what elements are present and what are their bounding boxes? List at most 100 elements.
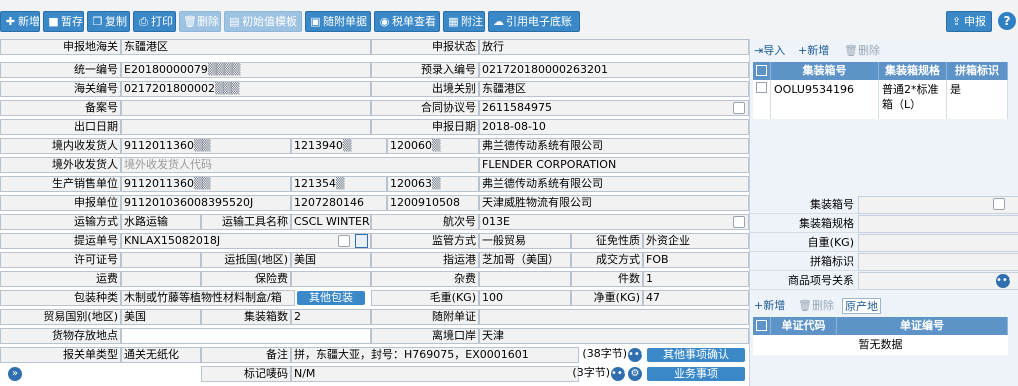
print-button[interactable]: ⎙ 打印: [133, 11, 176, 32]
container-add-button[interactable]: +新增: [798, 43, 829, 59]
license-field[interactable]: [121, 252, 201, 268]
trade-country-field[interactable]: 美国: [121, 309, 201, 325]
voyage-field[interactable]: 013E: [479, 214, 749, 230]
container-no-checkbox[interactable]: [993, 198, 1005, 210]
expand-icon[interactable]: »: [8, 367, 22, 381]
form-type-field[interactable]: 通关无纸化: [121, 347, 201, 363]
producer-code-field[interactable]: 9112011360▒▒: [121, 176, 291, 192]
domestic-consignor-code-field[interactable]: 9112011360▒▒: [121, 138, 291, 154]
tax-nature-field[interactable]: 外资企业: [643, 233, 749, 249]
copy-button[interactable]: ❐ 复制: [87, 11, 130, 32]
tare-weight-label: 自重(KG): [750, 234, 858, 252]
doc-delete-button[interactable]: 🗑删除: [798, 298, 834, 314]
declare-button[interactable]: ⇪ 申报: [946, 11, 992, 32]
domestic-consignor-code3-field[interactable]: 120060▒: [387, 138, 479, 154]
misc-fee-field[interactable]: [479, 271, 571, 287]
select-all-checkbox[interactable]: [753, 62, 771, 80]
remark-field[interactable]: 拼，东疆大亚，封号：H769075，EX0001601: [291, 347, 579, 363]
customs-field[interactable]: 东疆港区: [121, 39, 371, 55]
initial-template-button[interactable]: ▤ 初始值模板: [224, 11, 302, 32]
save-draft-button[interactable]: ■ 暂存: [43, 11, 84, 32]
document-icon[interactable]: [355, 234, 368, 248]
domestic-consignor-name-field[interactable]: 弗兰德传动系统有限公司: [479, 138, 749, 154]
more-icon[interactable]: •••: [611, 367, 629, 381]
foreign-consignor-code-field[interactable]: 境外收发货人代码: [121, 157, 479, 173]
note-button[interactable]: ▦ 附注: [443, 11, 485, 32]
unified-no-field[interactable]: E20180000079▒▒▒▒: [121, 62, 371, 78]
container-spec-field[interactable]: [858, 215, 1018, 233]
freight-field[interactable]: [121, 271, 201, 287]
attached-docs-button[interactable]: ▣ 随附单据: [305, 11, 371, 32]
dest-port-field[interactable]: 芝加哥（美国）: [479, 252, 571, 268]
more-icon[interactable]: •••: [628, 348, 646, 362]
table-cell-lcl-flag[interactable]: 是: [947, 80, 1008, 119]
producer-name-field[interactable]: 弗兰德传动系统有限公司: [479, 176, 749, 192]
voyage-checkbox[interactable]: [733, 216, 745, 228]
pieces-label: 件数: [571, 271, 643, 287]
column-container-no[interactable]: 集装箱号: [771, 62, 879, 80]
container-panel: ⇥导入 +新增 🗑删除 集装箱号 集装箱规格 拼箱标识 OOLU9534196 …: [749, 39, 1018, 386]
tare-weight-field[interactable]: [858, 234, 1018, 252]
container-delete-button[interactable]: 🗑删除: [844, 43, 880, 59]
customs-no-field[interactable]: 0217201800002▒▒▒: [121, 81, 371, 97]
table-cell-container-no[interactable]: OOLU9534196: [771, 80, 879, 119]
tax-view-button[interactable]: ◉ 税单查看: [374, 11, 440, 32]
item-relation-field[interactable]: [858, 272, 1018, 290]
column-doc-code[interactable]: 单证代码: [771, 317, 837, 335]
doc-select-all-checkbox[interactable]: [753, 317, 771, 335]
declarant-name-field[interactable]: 天津威胜物流有限公司: [479, 195, 749, 211]
declarant-code-field[interactable]: 911201036008395520J: [121, 195, 291, 211]
declarant-code3-field[interactable]: 1200910508: [387, 195, 479, 211]
column-container-spec[interactable]: 集装箱规格: [879, 62, 947, 80]
transport-tool-field[interactable]: CSCL WINTER: [291, 214, 371, 230]
attached-doc-field[interactable]: [479, 309, 749, 325]
bill-checkbox[interactable]: [338, 235, 350, 247]
package-field[interactable]: 木制或竹藤等植物性材料制盒/箱: [121, 290, 295, 306]
pieces-field[interactable]: 1: [643, 271, 749, 287]
supervision-field[interactable]: 一般贸易: [479, 233, 571, 249]
lcl-flag-field[interactable]: [858, 253, 1018, 271]
column-lcl-flag[interactable]: 拼箱标识: [947, 62, 1008, 80]
domestic-consignor-code2-field[interactable]: 1213940▒: [291, 138, 387, 154]
gross-weight-field[interactable]: 100: [479, 290, 571, 306]
record-field[interactable]: [121, 100, 371, 116]
other-confirm-button[interactable]: 其他事项确认: [647, 348, 745, 362]
import-button[interactable]: ⇥导入: [754, 43, 785, 59]
cite-ledger-button[interactable]: ☁ 引用电子底账: [488, 11, 580, 32]
contract-field[interactable]: 2611584975: [479, 100, 749, 116]
export-date-field[interactable]: [121, 119, 371, 135]
table-cell-container-spec[interactable]: 普通2*标准箱（L）: [879, 80, 947, 119]
other-package-button[interactable]: 其他包装: [297, 291, 365, 305]
status-field[interactable]: 放行: [479, 39, 749, 55]
container-count-field[interactable]: 2: [291, 309, 371, 325]
business-button[interactable]: 业务事项: [647, 367, 745, 381]
delete-button[interactable]: 🗑删除: [179, 11, 221, 32]
lcl-flag-label: 拼箱标识: [750, 253, 858, 271]
help-button[interactable]: ?: [998, 12, 1016, 30]
contract-checkbox[interactable]: [733, 102, 745, 114]
declarant-code2-field[interactable]: 1207280146: [291, 195, 387, 211]
foreign-consignor-name-field[interactable]: FLENDER CORPORATION: [479, 157, 749, 173]
table-row-checkbox[interactable]: [753, 80, 771, 119]
preentry-field[interactable]: 021720180000263201: [479, 62, 749, 78]
column-doc-number[interactable]: 单证编号: [837, 317, 1008, 335]
new-button[interactable]: ✚ 新增: [0, 11, 40, 32]
departure-port-field[interactable]: 天津: [479, 328, 749, 344]
settings-icon[interactable]: ⚙: [628, 367, 642, 381]
producer-code2-field[interactable]: 121354▒: [291, 176, 387, 192]
more-icon[interactable]: •••: [996, 274, 1014, 288]
exit-customs-field[interactable]: 东疆港区: [479, 81, 749, 97]
insurance-field[interactable]: [291, 271, 371, 287]
producer-code3-field[interactable]: 120063▒: [387, 176, 479, 192]
declare-date-field[interactable]: 2018-08-10: [479, 119, 749, 135]
transport-mode-field[interactable]: 水路运输: [121, 214, 201, 230]
mark-field[interactable]: N/M: [291, 366, 579, 382]
arrival-country-field[interactable]: 美国: [291, 252, 371, 268]
bill-field[interactable]: KNLAX15082018J: [121, 233, 371, 249]
origin-tab[interactable]: 原产地: [842, 298, 881, 314]
goods-location-field[interactable]: [121, 328, 371, 344]
upload-icon: ⇪: [951, 15, 962, 28]
deal-mode-field[interactable]: FOB: [643, 252, 749, 268]
net-weight-field[interactable]: 47: [643, 290, 749, 306]
doc-add-button[interactable]: +新增: [754, 298, 785, 314]
